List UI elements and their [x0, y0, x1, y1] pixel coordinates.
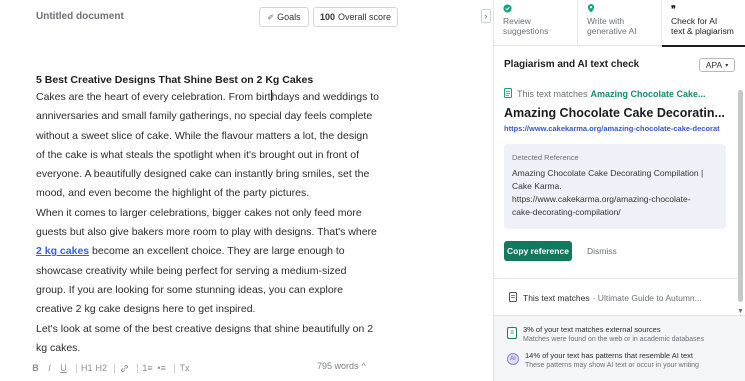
text-line: group. If you are looking for some stunn…: [36, 283, 344, 296]
chevron-right-icon: ›: [484, 11, 488, 21]
chevron-up-icon: ^: [361, 361, 366, 371]
tab-generative-ai[interactable]: Write with generative AI: [578, 0, 662, 46]
bulleted-list-icon[interactable]: •≡: [156, 363, 167, 373]
text-line: When it comes to larger celebrations, bi…: [36, 206, 362, 219]
summary-sub: Matches were found on the web or in acad…: [523, 336, 704, 343]
second-match-source: · Ultimate Guide to Autumn...: [592, 293, 702, 303]
detected-reference-box: Detected Reference Amazing Chocolate Cak…: [504, 144, 726, 229]
text-line: showcase creativity while being perfect …: [36, 264, 347, 277]
heading1-button[interactable]: H1: [81, 363, 93, 373]
toolbar-divider: [137, 363, 139, 373]
score-label: Overall score: [338, 12, 392, 22]
dismiss-button[interactable]: Dismiss: [587, 246, 617, 256]
tab-label: Check for AI text & plagiarism: [671, 16, 734, 36]
summary-plagiarism: ≡ 3% of your text matches external sourc…: [507, 325, 704, 345]
cake-link[interactable]: 2 kg cakes: [36, 245, 89, 257]
match-card: This text matches Amazing Chocolate Cake…: [494, 80, 737, 277]
word-count-button[interactable]: 795 words ^: [317, 361, 366, 371]
panel-scrollbar[interactable]: ▼: [737, 80, 745, 315]
text-line: everyone. A beautifully designed cake ca…: [36, 168, 370, 181]
numbered-list-icon[interactable]: 1≡: [142, 363, 153, 373]
text-line: Cakes are the heart of every celebration…: [36, 90, 380, 103]
target-icon: ✐: [267, 12, 275, 22]
bold-button[interactable]: B: [30, 363, 41, 373]
document-icon: [504, 88, 512, 100]
reference-text: Amazing Chocolate Cake Decorating Compil…: [512, 168, 704, 217]
quote-icon: ❞: [671, 4, 676, 14]
score-value: 100: [319, 12, 335, 22]
link-icon[interactable]: [119, 364, 130, 373]
goals-label: Goals: [277, 12, 301, 22]
word-count-label: 795 words: [317, 361, 359, 371]
caret-down-icon: ▾: [725, 62, 729, 69]
text-line: creative 2 kg cake designs here to get i…: [36, 303, 256, 316]
check-circle-icon: [503, 4, 577, 14]
summary-main: 3% of your text matches external sources: [523, 325, 661, 334]
scroll-down-icon[interactable]: ▼: [737, 308, 744, 315]
clear-format-icon[interactable]: Tx: [179, 363, 190, 373]
text-line: 2 kg cakes become an excellent choice. T…: [36, 245, 345, 258]
document-title[interactable]: Untitled document: [36, 11, 124, 22]
goals-button[interactable]: ✐ Goals: [259, 7, 309, 27]
overall-score-button[interactable]: 100 Overall score: [313, 7, 398, 27]
text-line: mood, and even become the highlight of t…: [36, 187, 310, 200]
toolbar-divider: [174, 363, 176, 373]
text-line: guests but also give bakers more room to…: [36, 226, 377, 239]
panel-title: Plagiarism and AI text check: [504, 59, 640, 70]
toolbar-divider: [76, 363, 77, 373]
second-match-item[interactable]: This text matches · Ultimate Guide to Au…: [494, 278, 737, 308]
second-match-prefix: This text matches: [523, 293, 590, 303]
summary-ai: AI 14% of your text has patterns that re…: [507, 351, 699, 371]
summary-section: ≡ 3% of your text matches external sourc…: [494, 315, 745, 381]
summary-main: 14% of your text has patterns that resem…: [525, 351, 694, 360]
citation-style-select[interactable]: APA ▾: [699, 58, 735, 72]
editor-pane: Untitled document ✐ Goals 100 Overall sc…: [0, 0, 492, 381]
reference-label: Detected Reference: [512, 153, 579, 162]
toolbar-divider: [114, 363, 116, 373]
assistant-panel: Review suggestions Write with generative…: [493, 0, 745, 381]
pin-icon: [587, 4, 661, 14]
collapse-panel-button[interactable]: ›: [481, 9, 491, 23]
match-source: Amazing Chocolate Cake...: [590, 89, 706, 99]
text-line: without a sweet slice of cake. While the…: [36, 129, 369, 142]
heading2-button[interactable]: H2: [96, 363, 108, 373]
format-toolbar: B I U H1 H2 1≡ •≡ Tx: [30, 361, 193, 375]
match-prefix: This text matches: [517, 89, 588, 99]
document-body[interactable]: 5 Best Creative Designs That Shine Best …: [36, 72, 416, 354]
scroll-thumb[interactable]: [738, 90, 743, 302]
document-icon: ≡: [507, 327, 517, 339]
tab-label: Write with generative AI: [587, 16, 637, 36]
text-line: of the cake is what steals the spotlight…: [36, 148, 360, 161]
source-title: Amazing Chocolate Cake Decoratin...: [504, 106, 725, 120]
text-line: kg cakes.: [36, 341, 81, 354]
ai-icon: AI: [507, 353, 519, 365]
copy-reference-button[interactable]: Copy reference: [504, 241, 572, 261]
document-icon: [509, 292, 517, 304]
text-line: anniversaries and small family gathering…: [36, 110, 373, 123]
tab-ai-plagiarism[interactable]: ❞ Check for AI text & plagiarism: [662, 0, 745, 47]
text-line: Let's look at some of the best creative …: [36, 322, 374, 335]
panel-tabs: Review suggestions Write with generative…: [494, 0, 745, 47]
summary-sub: These patterns may show AI text or occur…: [525, 362, 699, 369]
document-heading: 5 Best Creative Designs That Shine Best …: [36, 74, 314, 86]
tab-review-suggestions[interactable]: Review suggestions: [494, 0, 578, 46]
underline-button[interactable]: U: [58, 363, 69, 373]
source-url[interactable]: https://www.cakekarma.org/amazing-chocol…: [504, 124, 736, 133]
italic-button[interactable]: I: [44, 363, 55, 373]
citation-style-value: APA: [705, 60, 723, 70]
tab-label: Review suggestions: [503, 16, 549, 36]
match-header: This text matches Amazing Chocolate Cake…: [504, 88, 706, 100]
